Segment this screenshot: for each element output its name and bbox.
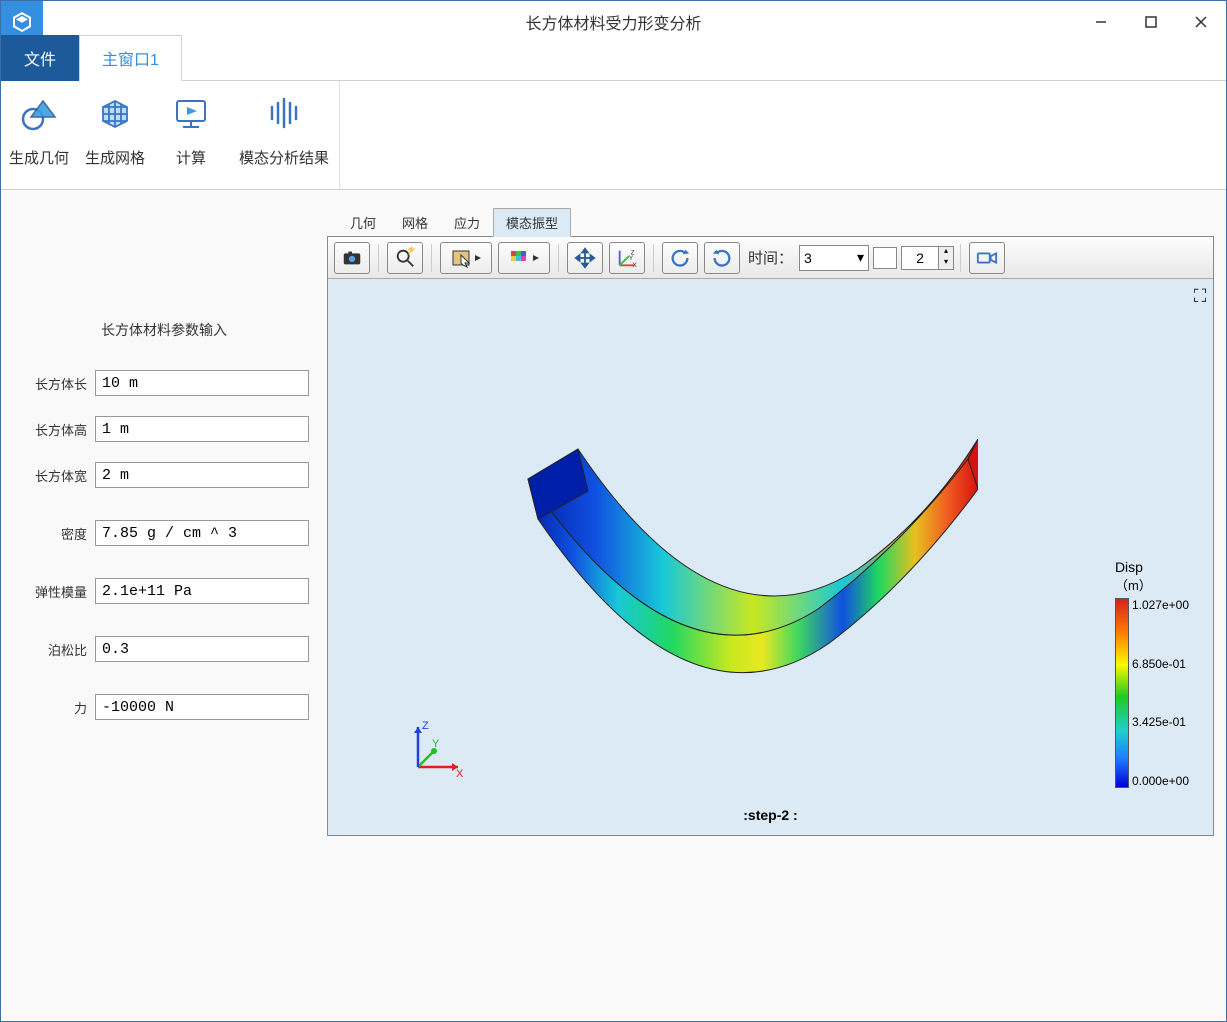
- color-legend: Disp （m） 1.027e+00 6.850e-01 3.425e-01 0…: [1115, 559, 1189, 788]
- axes-button[interactable]: ZYX: [609, 242, 645, 274]
- height-input[interactable]: [95, 416, 309, 442]
- poisson-label: 泊松比: [19, 640, 87, 659]
- density-label: 密度: [19, 524, 87, 543]
- modal-result-button[interactable]: 模态分析结果: [229, 81, 339, 189]
- poisson-input[interactable]: [95, 636, 309, 662]
- frame-spinner[interactable]: ▴▾: [901, 246, 954, 270]
- svg-text:X: X: [633, 262, 638, 269]
- view-tab-geom[interactable]: 几何: [337, 208, 389, 237]
- screenshot-button[interactable]: [334, 242, 370, 274]
- force-input[interactable]: [95, 694, 309, 720]
- width-label: 长方体宽: [19, 466, 87, 485]
- svg-text:Z: Z: [422, 720, 429, 732]
- density-input[interactable]: [95, 520, 309, 546]
- length-input[interactable]: [95, 370, 309, 396]
- chevron-down-icon: ▾: [857, 249, 864, 266]
- modal-icon: [262, 91, 306, 135]
- svg-text:⚡: ⚡: [406, 247, 416, 256]
- compute-icon: [169, 91, 213, 135]
- view-tab-modal[interactable]: 模态振型: [493, 208, 571, 237]
- mesh-icon: [93, 91, 137, 135]
- width-input[interactable]: [95, 462, 309, 488]
- colormap-button[interactable]: [498, 242, 550, 274]
- compute-button[interactable]: 计算: [153, 81, 229, 189]
- up-arrow-icon[interactable]: ▴: [939, 247, 953, 258]
- close-button[interactable]: [1176, 1, 1226, 43]
- emod-label: 弹性模量: [19, 582, 87, 601]
- pan-button[interactable]: [567, 242, 603, 274]
- deformed-beam: [438, 439, 978, 699]
- step-label: :step-2 :: [743, 807, 797, 823]
- view-tab-mesh[interactable]: 网格: [389, 208, 441, 237]
- window-title: 长方体材料受力形变分析: [525, 10, 701, 34]
- toggle-box[interactable]: [873, 247, 897, 269]
- tab-main-window[interactable]: 主窗口1: [79, 35, 182, 81]
- view-tab-stress[interactable]: 应力: [441, 208, 493, 237]
- gen-mesh-button[interactable]: 生成网格: [77, 81, 153, 189]
- length-label: 长方体长: [19, 374, 87, 393]
- fullscreen-icon[interactable]: ⛶: [1189, 285, 1211, 307]
- select-button[interactable]: [440, 242, 492, 274]
- svg-text:X: X: [456, 768, 464, 779]
- tab-file[interactable]: 文件: [1, 35, 79, 81]
- time-label: 时间：: [748, 247, 793, 268]
- record-button[interactable]: [969, 242, 1005, 274]
- coordinate-triad-icon: X Y Z: [406, 719, 466, 779]
- time-select[interactable]: 3 ▾: [799, 245, 869, 271]
- maximize-button[interactable]: [1126, 1, 1176, 43]
- gen-geometry-button[interactable]: 生成几何: [1, 81, 77, 189]
- svg-text:Y: Y: [432, 738, 440, 750]
- geometry-icon: [17, 91, 61, 135]
- minimize-button[interactable]: [1076, 1, 1126, 43]
- viewport-3d[interactable]: ⛶: [328, 279, 1213, 835]
- rotate-cw-button[interactable]: [704, 242, 740, 274]
- down-arrow-icon[interactable]: ▾: [939, 258, 953, 269]
- height-label: 长方体高: [19, 420, 87, 439]
- svg-text:Y: Y: [629, 254, 634, 261]
- zoom-button[interactable]: ⚡: [387, 242, 423, 274]
- emod-input[interactable]: [95, 578, 309, 604]
- rotate-ccw-button[interactable]: [662, 242, 698, 274]
- sidebar-title: 长方体材料参数输入: [19, 320, 309, 340]
- force-label: 力: [19, 698, 87, 717]
